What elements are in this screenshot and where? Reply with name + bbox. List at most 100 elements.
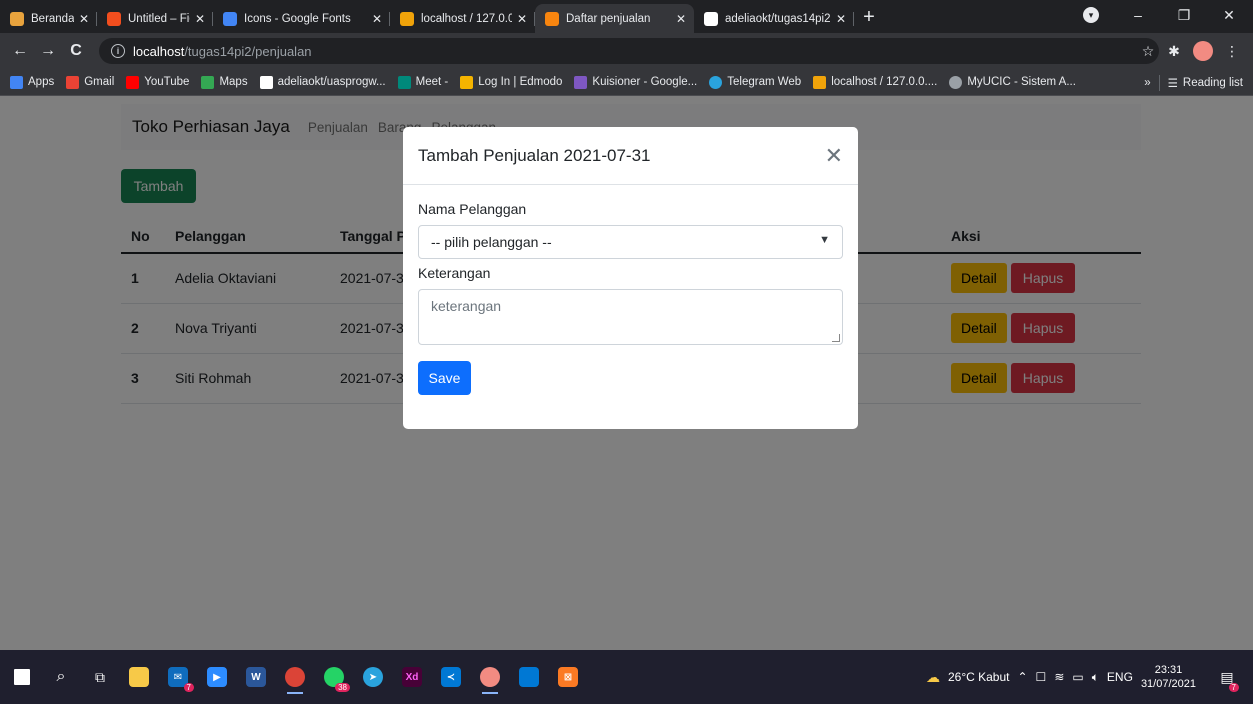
bookmark-label: MyUCIC - Sistem A... <box>967 76 1076 88</box>
reload-icon[interactable]: C <box>62 42 90 60</box>
system-tray: ☁ 26°C Kabut ⌃ ☐ ≋ ▭ 🔈︎ ENG 23:31 31/07/… <box>926 650 1253 704</box>
vscode-icon[interactable]: ≺ <box>433 659 469 695</box>
whatsapp-icon[interactable]: 38 <box>316 659 352 695</box>
address-bar[interactable]: i localhost/tugas14pi2/penjualan <box>99 38 1159 64</box>
close-icon[interactable]: ✕ <box>372 12 382 26</box>
browser-tab[interactable]: localhost / 127.0.0.1 / ✕ <box>390 4 535 33</box>
file-explorer-icon[interactable] <box>121 659 157 695</box>
bookmark-label: Kuisioner - Google... <box>592 76 698 88</box>
windows-start-icon[interactable] <box>4 659 40 695</box>
restore-icon[interactable]: ❐ <box>1161 7 1207 24</box>
youtube-icon <box>126 75 140 89</box>
adobe-xd-icon[interactable]: Xd <box>394 659 430 695</box>
close-icon[interactable]: ✕ <box>836 12 846 26</box>
clock-time: 23:31 <box>1154 664 1183 676</box>
bookmark-kuisioner[interactable]: Kuisioner - Google... <box>574 75 698 89</box>
bookmark-meet[interactable]: Meet - <box>397 75 449 89</box>
mail-icon[interactable]: ✉ 7 <box>160 659 196 695</box>
nama-pelanggan-label: Nama Pelanggan <box>418 201 527 217</box>
bookmark-myucic[interactable]: MyUCIC - Sistem A... <box>949 75 1076 89</box>
volume-icon[interactable]: 🔈︎ <box>1092 670 1099 685</box>
close-icon[interactable]: ✕ <box>195 12 205 26</box>
bookmark-maps[interactable]: Maps <box>201 75 248 89</box>
maps-icon <box>201 75 215 89</box>
tambah-penjualan-modal: Tambah Penjualan 2021-07-31 ✕ Nama Pelan… <box>403 127 858 429</box>
close-icon[interactable]: ✕ <box>676 12 686 26</box>
bookmarks-bar: Apps Gmail YouTube Maps adeliaokt/uaspro… <box>0 69 1253 96</box>
extensions-icon[interactable]: ✱ <box>1161 43 1187 60</box>
language-indicator[interactable]: ENG <box>1107 670 1133 684</box>
windows-taskbar: ⌕ ⧉ ✉ 7 ▶ W 38 ➤ Xd ≺ ⊠ ☁ 26°C Kabut ⌃ ☐ … <box>0 650 1253 704</box>
back-icon[interactable]: ← <box>6 42 34 60</box>
close-icon[interactable]: ✕ <box>79 12 89 26</box>
clock-date: 31/07/2021 <box>1140 678 1196 690</box>
browser-tab[interactable]: Icons - Google Fonts ✕ <box>213 4 390 33</box>
onedrive-icon[interactable]: ☐ <box>1036 670 1047 684</box>
whatsapp-badge: 38 <box>335 683 350 692</box>
bookmark-apps[interactable]: Apps <box>10 75 54 89</box>
google-fonts-favicon-icon <box>223 11 237 26</box>
store-icon[interactable] <box>511 659 547 695</box>
wifi-icon[interactable]: ≋ <box>1054 670 1064 684</box>
bookmark-github[interactable]: adeliaokt/uasprogw... <box>259 75 386 89</box>
clock[interactable]: 23:31 31/07/2021 <box>1141 663 1196 691</box>
bookmark-youtube[interactable]: YouTube <box>126 75 189 89</box>
notification-icon[interactable]: ▤ 7 <box>1213 659 1249 695</box>
xampp-favicon-icon <box>545 11 559 26</box>
weather-icon[interactable]: ☁ <box>926 669 940 686</box>
minimize-icon[interactable]: – <box>1115 7 1161 23</box>
more-bookmarks-icon[interactable]: » <box>1144 77 1150 89</box>
bookmark-edmodo[interactable]: Log In | Edmodo <box>460 75 562 89</box>
word-icon[interactable]: W <box>238 659 274 695</box>
tab-title: Icons - Google Fonts <box>244 12 351 25</box>
tab-title: Daftar penjualan <box>566 12 651 25</box>
menu-icon[interactable]: ⋮ <box>1219 43 1245 60</box>
close-icon[interactable]: ✕ <box>825 143 843 169</box>
tab-title: Beranda — Sistem Kre <box>31 12 74 25</box>
bookmark-gmail[interactable]: Gmail <box>66 75 115 89</box>
keterangan-textarea[interactable]: keterangan <box>418 289 843 345</box>
github-favicon-icon <box>704 11 718 26</box>
info-icon[interactable]: i <box>111 44 125 58</box>
search-icon[interactable]: ⌕ <box>43 659 79 695</box>
browser-tab[interactable]: adeliaokt/tugas14pi2: ✕ <box>694 4 854 33</box>
bookmark-label: Gmail <box>84 76 115 88</box>
battery-icon[interactable]: ▭ <box>1072 670 1083 684</box>
bookmark-label: Meet - <box>415 76 449 88</box>
browser-tab-active[interactable]: Daftar penjualan ✕ <box>535 4 694 33</box>
tab-title: localhost / 127.0.0.1 / <box>421 12 512 25</box>
tab-title: adeliaokt/tugas14pi2: <box>725 12 831 25</box>
sistem-favicon-icon <box>10 11 24 26</box>
edmodo-icon <box>460 75 474 89</box>
textarea-placeholder: keterangan <box>431 298 502 314</box>
toolbar-actions: ☆ ✱ ⋮ <box>1135 33 1245 69</box>
profile-avatar[interactable] <box>1193 41 1213 61</box>
forward-icon[interactable]: → <box>34 42 62 60</box>
new-tab-icon[interactable]: + <box>854 4 884 33</box>
chrome-icon[interactable] <box>277 659 313 695</box>
reading-list-button[interactable]: Reading list <box>1183 77 1243 89</box>
chrome-profile-icon[interactable] <box>472 659 508 695</box>
modal-header: Tambah Penjualan 2021-07-31 ✕ <box>403 127 858 185</box>
telegram-icon[interactable]: ➤ <box>355 659 391 695</box>
bookmark-label: Telegram Web <box>727 76 802 88</box>
notification-badge: 7 <box>1228 683 1239 692</box>
close-window-icon[interactable]: ✕ <box>1207 7 1251 24</box>
weather-text[interactable]: 26°C Kabut <box>948 670 1010 684</box>
task-view-icon[interactable]: ⧉ <box>82 659 118 695</box>
zoom-icon[interactable]: ▶ <box>199 659 235 695</box>
bookmark-telegram[interactable]: Telegram Web <box>709 75 802 89</box>
browser-tab[interactable]: Untitled – Figma ✕ <box>97 4 213 33</box>
xampp-icon[interactable]: ⊠ <box>550 659 586 695</box>
tab-search-icon[interactable]: ▾ <box>1083 7 1099 23</box>
resize-grip-icon[interactable] <box>832 334 840 342</box>
pelanggan-select[interactable]: -- pilih pelanggan -- ▼ <box>418 225 843 259</box>
browser-tab[interactable]: Beranda — Sistem Kre ✕ <box>0 4 97 33</box>
chevron-up-icon[interactable]: ⌃ <box>1017 670 1027 684</box>
bookmark-localhost[interactable]: localhost / 127.0.0.... <box>813 75 937 89</box>
bookmark-star-icon[interactable]: ☆ <box>1135 43 1161 60</box>
close-icon[interactable]: ✕ <box>517 12 527 26</box>
bookmark-label: Maps <box>219 76 248 88</box>
save-button[interactable]: Save <box>418 361 471 395</box>
globe-icon <box>949 75 963 89</box>
